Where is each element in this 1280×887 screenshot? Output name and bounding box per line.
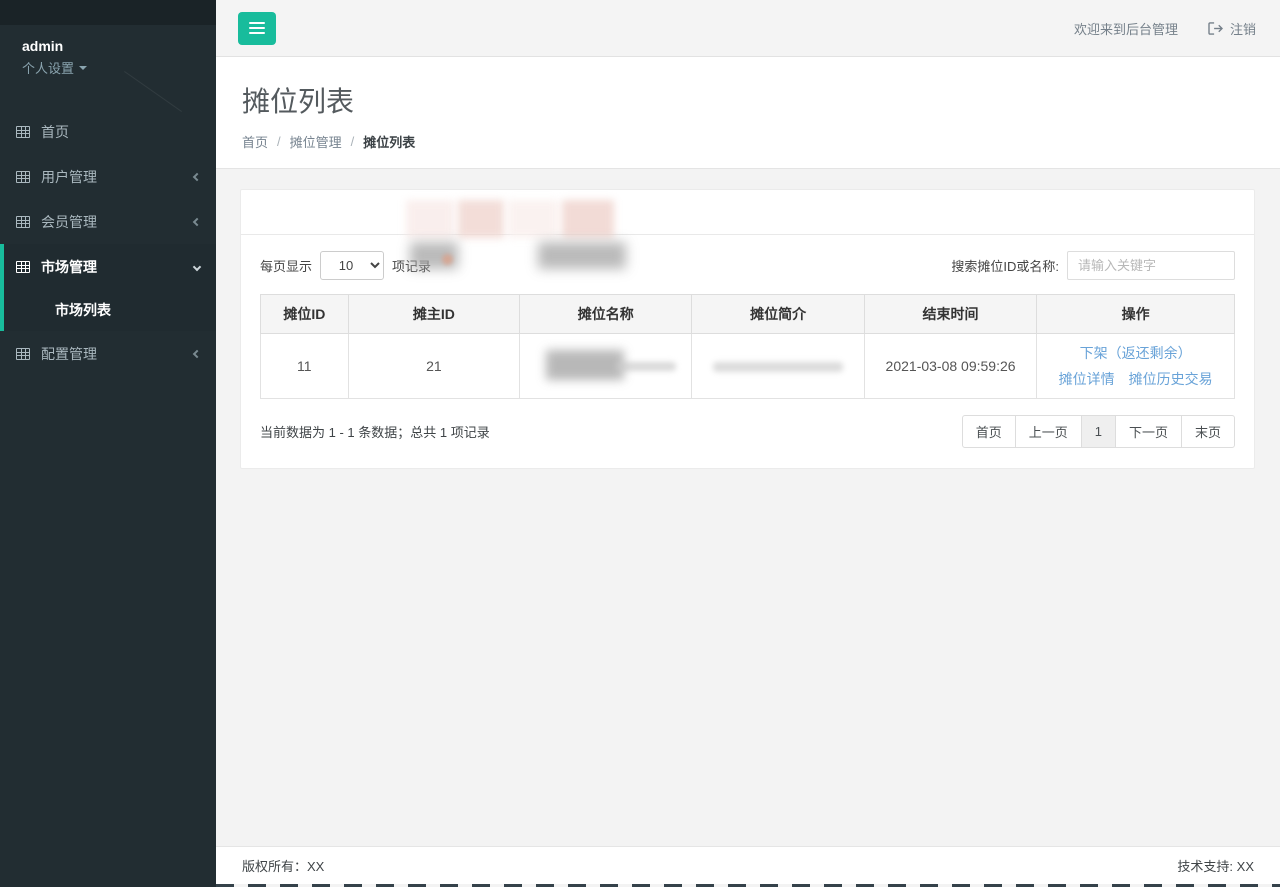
hamburger-icon <box>249 19 265 37</box>
sidebar-item-label: 用户管理 <box>41 167 194 187</box>
welcome-text: 欢迎来到后台管理 <box>1074 19 1178 38</box>
chevron-down-icon <box>193 262 201 270</box>
breadcrumb: 首页 / 摊位管理 / 摊位列表 <box>242 132 1254 151</box>
sidebar-item-home[interactable]: 首页 <box>0 109 216 154</box>
grid-icon <box>16 216 30 228</box>
logout-link[interactable]: 注销 <box>1208 19 1256 38</box>
booth-list-card: 每页显示 10 项记录 搜索摊位ID或名称: <box>240 189 1255 469</box>
col-booth-id: 摊位ID <box>261 295 349 334</box>
page-last-button[interactable]: 末页 <box>1181 415 1235 448</box>
sidebar-item-label: 市场管理 <box>41 257 194 277</box>
user-name: admin <box>22 38 194 54</box>
col-booth-name: 摊位名称 <box>520 295 692 334</box>
page-prev-button[interactable]: 上一页 <box>1015 415 1082 448</box>
content-area: 每页显示 10 项记录 搜索摊位ID或名称: <box>216 169 1280 846</box>
user-settings-label: 个人设置 <box>22 58 74 77</box>
col-owner-id: 摊主ID <box>348 295 519 334</box>
caret-down-icon <box>79 66 87 70</box>
pagination: 首页 上一页 1 下一页 末页 <box>962 415 1235 448</box>
sidebar-item-market-list[interactable]: 市场列表 <box>4 289 216 331</box>
copyright-text: 版权所有：XX <box>242 856 324 875</box>
chevron-left-icon <box>193 217 201 225</box>
grid-icon <box>16 261 30 273</box>
sidebar-block-market: 市场管理 市场列表 <box>0 244 216 331</box>
table-toolbar: 每页显示 10 项记录 搜索摊位ID或名称: <box>260 251 1235 280</box>
page-title: 摊位列表 <box>242 80 1254 120</box>
page-next-button[interactable]: 下一页 <box>1115 415 1182 448</box>
cell-owner-id: 21 <box>348 334 519 399</box>
cell-booth-desc <box>692 334 864 399</box>
breadcrumb-separator: / <box>277 134 281 149</box>
col-end-time: 结束时间 <box>864 295 1036 334</box>
logout-label: 注销 <box>1230 19 1256 38</box>
per-page-suffix: 项记录 <box>392 256 431 275</box>
topbar-right: 欢迎来到后台管理 注销 <box>1074 19 1256 38</box>
breadcrumb-section[interactable]: 摊位管理 <box>290 132 342 151</box>
page-header: 摊位列表 首页 / 摊位管理 / 摊位列表 <box>216 57 1280 169</box>
per-page-select[interactable]: 10 <box>320 251 384 280</box>
breadcrumb-home[interactable]: 首页 <box>242 132 268 151</box>
app-root: admin 个人设置 首页 用户管理 会员管理 <box>0 0 1280 887</box>
redacted-booth-desc <box>713 362 843 372</box>
topbar: 欢迎来到后台管理 注销 <box>216 0 1280 57</box>
card-body: 每页显示 10 项记录 搜索摊位ID或名称: <box>241 235 1254 468</box>
sidebar-item-user-mgmt[interactable]: 用户管理 <box>0 154 216 199</box>
main-column: 欢迎来到后台管理 注销 摊位列表 首页 / 摊位管理 / 摊位列表 <box>216 0 1280 887</box>
sidebar-item-market-mgmt[interactable]: 市场管理 <box>4 244 216 289</box>
support-text: 技术支持: XX <box>1177 856 1254 875</box>
grid-icon <box>16 348 30 360</box>
action-booth-detail-link[interactable]: 摊位详情 <box>1059 369 1115 389</box>
grid-icon <box>16 126 30 138</box>
col-actions: 操作 <box>1037 295 1235 334</box>
user-panel: admin 个人设置 <box>0 25 216 87</box>
cell-actions: 下架（返还剩余） 摊位详情摊位历史交易 <box>1037 334 1235 399</box>
decor-diagonal <box>124 71 182 112</box>
sidebar-logo-bar <box>0 0 216 25</box>
card-header <box>241 190 1254 235</box>
sidebar-menu: 首页 用户管理 会员管理 市场管理 市场列表 <box>0 109 216 376</box>
sidebar-item-label: 首页 <box>41 122 200 142</box>
booth-table: 摊位ID 摊主ID 摊位名称 摊位简介 结束时间 操作 11 2 <box>260 294 1235 399</box>
cell-booth-id: 11 <box>261 334 349 399</box>
sidebar-subitem-label: 市场列表 <box>55 300 111 320</box>
page-first-button[interactable]: 首页 <box>962 415 1016 448</box>
menu-toggle-button[interactable] <box>238 12 276 45</box>
chevron-left-icon <box>193 349 201 357</box>
chevron-left-icon <box>193 172 201 180</box>
sidebar-item-member-mgmt[interactable]: 会员管理 <box>0 199 216 244</box>
search-label: 搜索摊位ID或名称: <box>951 256 1059 275</box>
action-take-down-link[interactable]: 下架（返还剩余） <box>1080 343 1192 363</box>
page-number-button[interactable]: 1 <box>1081 415 1116 448</box>
grid-icon <box>16 171 30 183</box>
action-booth-history-link[interactable]: 摊位历史交易 <box>1129 369 1213 389</box>
cell-booth-name <box>520 334 692 399</box>
record-summary: 当前数据为 1 - 1 条数据；总共 1 项记录 <box>260 422 490 441</box>
table-header-row: 摊位ID 摊主ID 摊位名称 摊位简介 结束时间 操作 <box>261 295 1235 334</box>
redacted-booth-name <box>546 350 666 382</box>
sidebar-item-label: 配置管理 <box>41 344 194 364</box>
page-footer: 版权所有：XX 技术支持: XX <box>216 846 1280 884</box>
per-page-control: 每页显示 10 项记录 <box>260 251 431 280</box>
search-input[interactable] <box>1067 251 1235 280</box>
table-footer: 当前数据为 1 - 1 条数据；总共 1 项记录 首页 上一页 1 下一页 末页 <box>260 415 1235 448</box>
sidebar: admin 个人设置 首页 用户管理 会员管理 <box>0 0 216 887</box>
table-row: 11 21 2021-03-08 09:59:26 下 <box>261 334 1235 399</box>
sidebar-item-config-mgmt[interactable]: 配置管理 <box>0 331 216 376</box>
user-settings-link[interactable]: 个人设置 <box>22 58 194 77</box>
logout-icon <box>1208 22 1223 35</box>
breadcrumb-separator: / <box>351 134 355 149</box>
col-booth-desc: 摊位简介 <box>692 295 864 334</box>
sidebar-item-label: 会员管理 <box>41 212 194 232</box>
breadcrumb-current: 摊位列表 <box>363 132 415 151</box>
search-control: 搜索摊位ID或名称: <box>951 251 1235 280</box>
per-page-prefix: 每页显示 <box>260 256 312 275</box>
cell-end-time: 2021-03-08 09:59:26 <box>864 334 1036 399</box>
